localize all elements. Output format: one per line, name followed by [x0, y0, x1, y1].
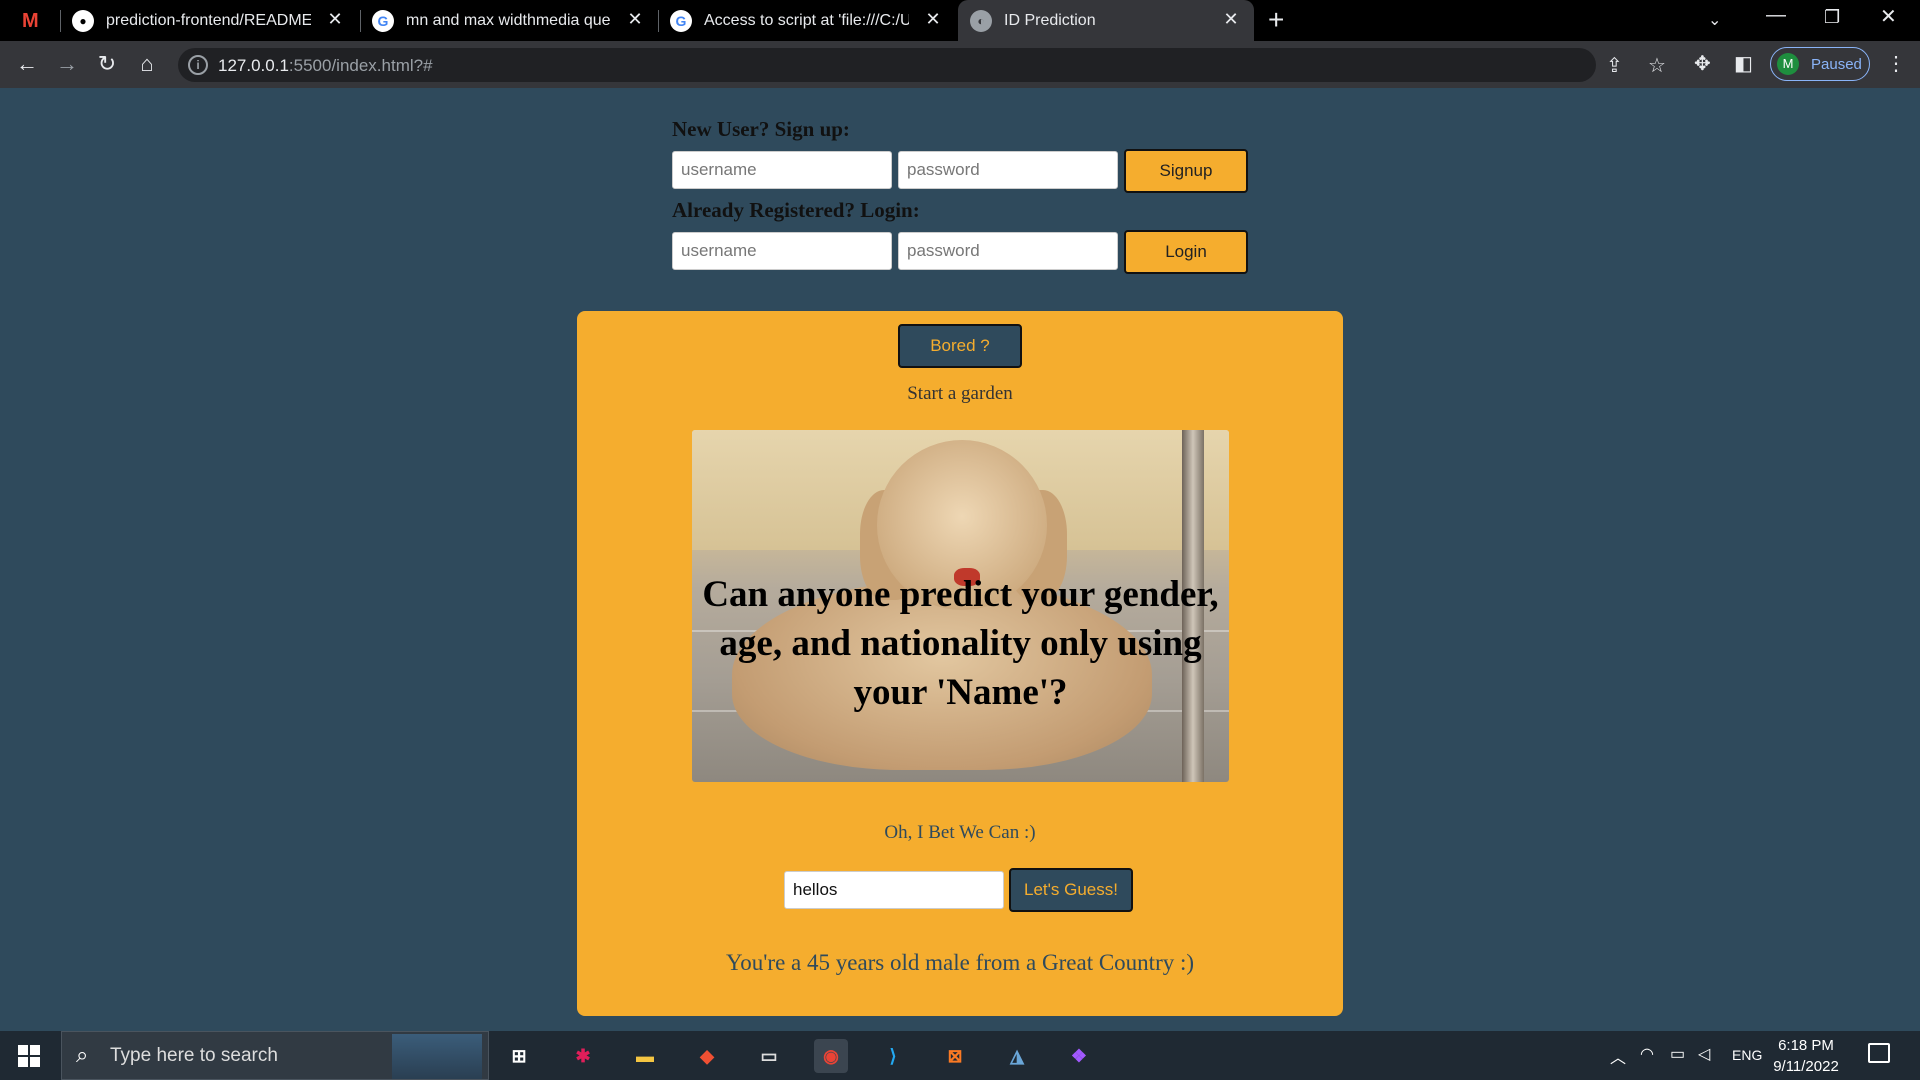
reload-icon[interactable]: ↻	[92, 49, 122, 79]
browser-toolbar: ← → ↻ ⌂ i 127.0.0.1:5500/index.html?# ⇪ …	[0, 41, 1920, 88]
home-icon[interactable]: ⌂	[132, 49, 162, 79]
taskbar: ⌕ Type here to search ⊞ ✱ ▬ ◆ ▭ ◉ ⟩ ⊠ ◮ …	[0, 1031, 1920, 1080]
forward-icon[interactable]: →	[52, 49, 82, 79]
profile-status: Paused	[1811, 55, 1862, 73]
tab-access-script[interactable]: G Access to script at 'file:///C:/Users …	[670, 0, 956, 41]
terminal-icon[interactable]: ▭	[752, 1039, 786, 1073]
guess-button[interactable]: Let's Guess!	[1009, 868, 1133, 912]
tab-id-prediction[interactable]: ◐ ID Prediction ✕	[958, 0, 1254, 41]
bored-button[interactable]: Bored ?	[898, 324, 1022, 368]
language-indicator[interactable]: ENG	[1732, 1047, 1762, 1063]
side-panel-icon[interactable]: ◧	[1734, 51, 1753, 76]
github-icon: ●	[72, 9, 94, 32]
search-highlight-image	[392, 1034, 482, 1079]
chevron-up-icon[interactable]: ︿	[1610, 1044, 1626, 1068]
signup-heading: New User? Sign up:	[672, 117, 850, 141]
search-placeholder: Type here to search	[110, 1045, 278, 1066]
close-icon[interactable]: ✕	[1220, 9, 1242, 30]
url-path: :5500/index.html?#	[288, 56, 433, 75]
login-button[interactable]: Login	[1124, 230, 1248, 274]
restore-icon[interactable]: ❐	[1824, 7, 1840, 28]
clock-date: 9/11/2022	[1773, 1058, 1839, 1075]
url-text[interactable]: 127.0.0.1:5500/index.html?#	[218, 56, 433, 76]
clock-time: 6:18 PM	[1778, 1037, 1834, 1054]
activity-suggestion: Start a garden	[907, 383, 1013, 404]
tab-readme[interactable]: ● prediction-frontend/README.md ✕	[72, 0, 358, 41]
hero-image: Can anyone predict your gender, age, and…	[692, 430, 1229, 782]
profile-button[interactable]: M Paused	[1770, 47, 1870, 81]
tab-separator	[60, 10, 61, 32]
close-icon[interactable]: ✕	[922, 9, 944, 30]
signup-password-input[interactable]	[898, 151, 1118, 189]
signup-username-input[interactable]	[672, 151, 892, 189]
tab-title: Access to script at 'file:///C:/Users	[704, 11, 909, 29]
prediction-card: Bored ? Start a garden Can anyone predic…	[577, 311, 1343, 1016]
vscode-icon[interactable]: ⟩	[876, 1039, 910, 1073]
window-close-icon[interactable]: ✕	[1880, 4, 1897, 29]
new-tab-icon[interactable]: +	[1268, 4, 1284, 36]
globe-icon: ◐	[970, 9, 992, 32]
mysql-workbench-icon[interactable]: ◮	[1000, 1039, 1034, 1073]
search-icon: ⌕	[76, 1042, 89, 1067]
taskbar-search[interactable]: ⌕ Type here to search	[61, 1031, 489, 1080]
tagline: Oh, I Bet We Can :)	[884, 822, 1036, 843]
notification-icon[interactable]	[1868, 1043, 1890, 1063]
minimize-icon[interactable]: —	[1766, 4, 1786, 27]
task-view-icon[interactable]: ⊞	[502, 1039, 536, 1073]
google-icon: G	[372, 9, 394, 32]
avatar: M	[1777, 53, 1799, 75]
volume-icon[interactable]: ◁	[1698, 1044, 1710, 1064]
tab-separator	[360, 10, 361, 32]
tab-search-icon[interactable]: ⌄	[1708, 10, 1721, 30]
google-icon: G	[670, 9, 692, 32]
share-icon[interactable]: ⇪	[1606, 53, 1623, 78]
tab-media-query[interactable]: G mn and max widthmedia query - ✕	[372, 0, 658, 41]
slack-icon[interactable]: ✱	[566, 1039, 600, 1073]
name-input[interactable]	[784, 871, 1004, 909]
gmail-icon[interactable]: M	[22, 10, 39, 33]
chrome-icon[interactable]: ◉	[814, 1039, 848, 1073]
url-host: 127.0.0.1	[218, 56, 289, 75]
figma-icon[interactable]: ❖	[1062, 1039, 1096, 1073]
login-heading: Already Registered? Login:	[672, 198, 920, 222]
battery-icon[interactable]: ▭	[1670, 1044, 1685, 1064]
taskbar-clock[interactable]: 6:18 PM 9/11/2022	[1760, 1035, 1852, 1077]
close-icon[interactable]: ✕	[324, 9, 346, 30]
wifi-icon[interactable]: ◠	[1640, 1044, 1654, 1064]
tab-title: ID Prediction	[1004, 11, 1096, 29]
file-explorer-icon[interactable]: ▬	[628, 1039, 662, 1073]
hero-question: Can anyone predict your gender, age, and…	[702, 574, 1219, 713]
close-icon[interactable]: ✕	[624, 9, 646, 30]
xampp-icon[interactable]: ⊠	[938, 1039, 972, 1073]
login-username-input[interactable]	[672, 232, 892, 270]
git-icon[interactable]: ◆	[690, 1039, 724, 1073]
menu-icon[interactable]: ⋮	[1886, 51, 1906, 76]
windows-start-icon[interactable]	[18, 1045, 40, 1067]
extensions-icon[interactable]: ✥	[1694, 51, 1711, 76]
prediction-result: You're a 45 years old male from a Great …	[725, 950, 1195, 975]
browser-tab-strip: M ● prediction-frontend/README.md ✕ G mn…	[0, 0, 1920, 41]
login-password-input[interactable]	[898, 232, 1118, 270]
tab-title: prediction-frontend/README.md	[106, 11, 311, 29]
address-bar[interactable]: i 127.0.0.1:5500/index.html?# ⇪ ☆	[178, 48, 1666, 82]
back-icon[interactable]: ←	[12, 49, 42, 79]
tab-title: mn and max widthmedia query -	[406, 11, 611, 29]
tab-separator	[658, 10, 659, 32]
site-info-icon[interactable]: i	[188, 55, 208, 75]
signup-button[interactable]: Signup	[1124, 149, 1248, 193]
bookmark-star-icon[interactable]: ☆	[1648, 53, 1666, 78]
